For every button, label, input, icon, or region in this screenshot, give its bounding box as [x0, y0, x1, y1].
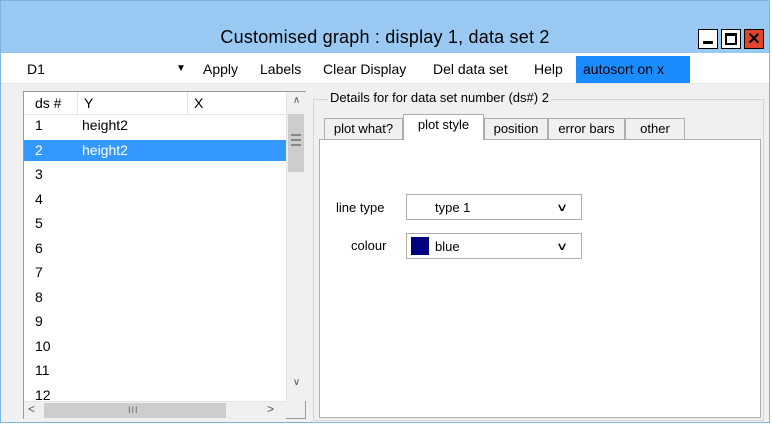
maximize-icon: [725, 33, 737, 45]
app-window: Customised graph : display 1, data set 2…: [0, 0, 770, 423]
minimize-icon: [703, 41, 713, 44]
vertical-scrollbar[interactable]: ∧ ∨: [286, 92, 306, 401]
column-divider[interactable]: [187, 92, 188, 114]
close-icon: ✕: [747, 31, 761, 48]
row-ds-number: 4: [35, 190, 43, 207]
table-row[interactable]: 2 height2: [24, 139, 286, 161]
row-ds-number: 5: [35, 215, 43, 231]
row-ds-number: 9: [35, 313, 43, 329]
table-row[interactable]: 5: [24, 213, 286, 234]
list-header: ds # Y X: [24, 92, 286, 115]
chevron-down-icon: ∨: [555, 241, 569, 253]
grip-icon: III: [128, 405, 139, 415]
minimize-button[interactable]: [698, 29, 718, 49]
scroll-left-icon[interactable]: <: [28, 402, 35, 416]
data-set-list: ds # Y X 1 height2 2 height2 3 4 5 6 7 8 9 10 11 12 ∧…: [23, 91, 306, 419]
title-bar[interactable]: Customised graph : display 1, data set 2…: [1, 1, 769, 53]
maximize-button[interactable]: [721, 29, 741, 49]
tab-plot-style[interactable]: plot style: [403, 114, 484, 140]
colour-value: blue: [435, 239, 460, 254]
row-ds-number: 11: [35, 362, 50, 378]
table-row[interactable]: 7: [24, 262, 286, 283]
colour-label: colour: [351, 238, 387, 253]
table-row[interactable]: 3: [24, 164, 286, 185]
window-title: Customised graph : display 1, data set 2: [220, 27, 550, 47]
tab-error-bars[interactable]: error bars: [548, 118, 625, 139]
row-y-value: height2: [82, 117, 128, 133]
line-type-select[interactable]: type 1 ∨: [406, 194, 582, 220]
autosort-label: autosort on x: [583, 61, 664, 77]
del-data-set-button[interactable]: Del data set: [433, 61, 508, 77]
tab-plot-what[interactable]: plot what?: [324, 118, 403, 139]
table-row[interactable]: 4: [24, 189, 286, 210]
row-y-value: height2: [82, 141, 128, 158]
row-ds-number: 1: [35, 117, 43, 133]
scroll-down-icon[interactable]: ∨: [287, 377, 306, 388]
row-ds-number: 3: [35, 166, 43, 182]
help-button[interactable]: Help: [534, 61, 563, 77]
scroll-right-icon[interactable]: >: [267, 402, 274, 416]
autosort-button[interactable]: autosort on x: [576, 56, 690, 83]
column-header-ds[interactable]: ds #: [35, 95, 61, 111]
apply-button[interactable]: Apply: [203, 61, 238, 77]
grip-icon: [291, 134, 301, 146]
tab-position[interactable]: position: [484, 118, 548, 139]
scroll-up-icon[interactable]: ∧: [287, 95, 306, 106]
row-ds-number: 10: [35, 337, 51, 354]
toolbar: D1 ▼ Apply Labels Clear Display Del data…: [1, 53, 769, 84]
tab-other[interactable]: other: [625, 118, 685, 139]
horizontal-scroll-thumb[interactable]: III: [44, 403, 226, 418]
line-type-label: line type: [336, 200, 385, 215]
table-row[interactable]: 9: [24, 311, 286, 332]
list-rows: 1 height2 2 height2 3 4 5 6 7 8 9 10 11 12: [24, 115, 286, 405]
line-type-value: type 1: [435, 200, 471, 215]
column-divider[interactable]: [77, 92, 78, 114]
clear-display-button[interactable]: Clear Display: [323, 61, 406, 77]
close-button[interactable]: ✕: [744, 29, 764, 49]
dropdown-arrow-icon[interactable]: ▼: [176, 63, 186, 74]
row-ds-number: 6: [35, 239, 43, 256]
colour-select[interactable]: blue ∨: [406, 233, 582, 259]
colour-swatch: [411, 237, 429, 255]
table-row[interactable]: 10: [24, 336, 286, 357]
plot-style-page: [319, 139, 761, 418]
row-ds-number: 8: [35, 288, 43, 305]
row-ds-number: 2: [35, 141, 43, 158]
column-header-x[interactable]: X: [194, 95, 203, 111]
horizontal-scrollbar[interactable]: < III >: [24, 401, 286, 419]
display-select[interactable]: D1 ▼: [25, 61, 195, 79]
details-group-label: Details for for data set number (ds#) 2: [328, 90, 551, 105]
chevron-down-icon: ∨: [555, 202, 569, 214]
scrollbar-corner: [286, 401, 305, 418]
labels-button[interactable]: Labels: [260, 61, 301, 77]
table-row[interactable]: 1 height2: [24, 115, 286, 136]
table-row[interactable]: 8: [24, 287, 286, 308]
column-header-y[interactable]: Y: [84, 95, 93, 111]
row-ds-number: 7: [35, 264, 43, 280]
table-row[interactable]: 11: [24, 360, 286, 381]
vertical-scroll-thumb[interactable]: [288, 114, 304, 172]
display-select-value: D1: [27, 61, 45, 77]
table-row[interactable]: 6: [24, 238, 286, 259]
